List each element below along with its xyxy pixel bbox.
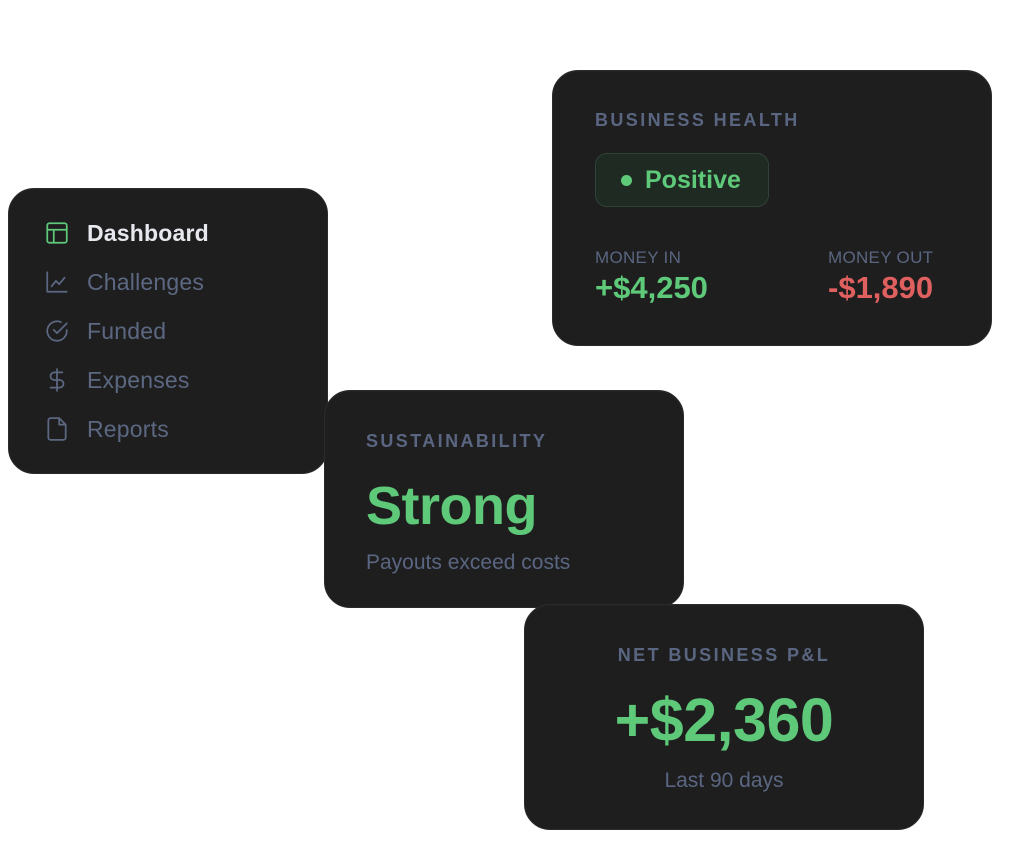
sidebar-nav-card: Dashboard Challenges Funded Expenses Rep… bbox=[8, 188, 328, 474]
sidebar-item-funded[interactable]: Funded bbox=[43, 313, 166, 349]
sidebar-item-label: Expenses bbox=[87, 366, 190, 393]
money-in-value: +$4,250 bbox=[595, 270, 708, 305]
sidebar-item-dashboard[interactable]: Dashboard bbox=[43, 215, 209, 251]
sidebar-item-label: Funded bbox=[87, 317, 167, 344]
pnl-value: +$2,360 bbox=[614, 686, 834, 754]
sustainability-card: SUSTAINABILITY Strong Payouts exceed cos… bbox=[324, 390, 684, 608]
business-health-card: BUSINESS HEALTH Positive MONEY IN +$4,25… bbox=[552, 70, 992, 346]
sidebar-item-expenses[interactable]: Expenses bbox=[43, 362, 190, 398]
card-title: SUSTAINABILITY bbox=[366, 431, 548, 451]
money-out-label: MONEY OUT bbox=[828, 248, 934, 267]
layout-icon bbox=[43, 219, 71, 247]
sustainability-subtitle: Payouts exceed costs bbox=[366, 551, 571, 574]
sidebar-item-label: Dashboard bbox=[87, 219, 209, 246]
card-title: BUSINESS HEALTH bbox=[595, 110, 800, 130]
dollar-icon bbox=[43, 366, 71, 394]
status-dot-icon bbox=[621, 174, 632, 186]
pnl-period: Last 90 days bbox=[664, 769, 784, 792]
status-badge: Positive bbox=[595, 153, 769, 207]
sustainability-value: Strong bbox=[366, 476, 537, 536]
chart-line-icon bbox=[43, 268, 71, 296]
status-text: Positive bbox=[645, 165, 741, 194]
check-circle-icon bbox=[43, 317, 71, 345]
money-out-value: -$1,890 bbox=[828, 270, 934, 305]
sidebar-item-label: Reports bbox=[87, 415, 169, 442]
sidebar-item-reports[interactable]: Reports bbox=[43, 411, 169, 447]
money-in-label: MONEY IN bbox=[595, 248, 682, 267]
net-pnl-card: NET BUSINESS P&L +$2,360 Last 90 days bbox=[524, 604, 924, 830]
sidebar-item-label: Challenges bbox=[87, 268, 205, 295]
sidebar-item-challenges[interactable]: Challenges bbox=[43, 264, 204, 300]
card-title: NET BUSINESS P&L bbox=[617, 645, 831, 665]
file-icon bbox=[43, 415, 71, 443]
